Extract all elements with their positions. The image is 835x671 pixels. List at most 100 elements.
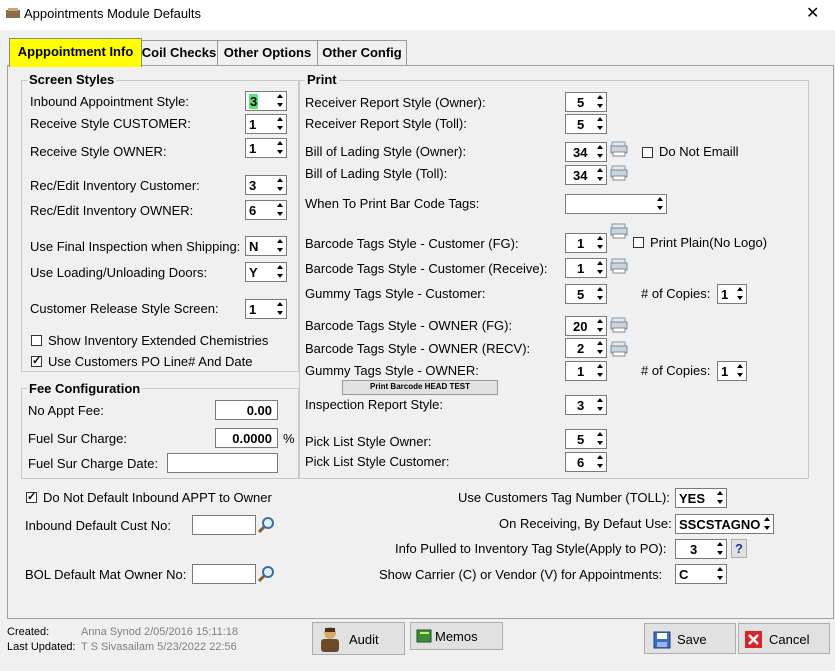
inspection-report-spinner[interactable]: 3 <box>565 395 607 415</box>
final-inspection-spinner[interactable]: N <box>245 236 287 256</box>
audit-button-label: Audit <box>349 632 379 647</box>
print-plain-label: Print Plain(No Logo) <box>650 235 768 250</box>
print-barcode-head-test-button[interactable]: Print Barcode HEAD TEST <box>342 380 498 395</box>
printer-icon[interactable] <box>610 222 628 240</box>
cust-release-style-spinner[interactable]: 1 <box>245 299 287 319</box>
gummy-owner-spinner[interactable]: 1 <box>565 361 607 381</box>
loading-doors-spinner[interactable]: Y <box>245 262 287 282</box>
tab-other-config[interactable]: Other Config <box>317 40 407 65</box>
do-not-default-inbound-checkbox[interactable] <box>26 490 37 503</box>
copies-cust-spinner[interactable]: 1 <box>717 284 747 304</box>
inbound-default-cust-input[interactable] <box>192 515 256 535</box>
tab-other-options[interactable]: Other Options <box>217 40 318 65</box>
rec-edit-inv-owner-spinner[interactable]: 6 <box>245 200 287 220</box>
barcode-cust-fg-spinner[interactable]: 1 <box>565 233 607 253</box>
cancel-icon <box>745 631 762 648</box>
title-bar: Appointments Module Defaults ✕ <box>0 0 835 30</box>
bol-owner-spinner[interactable]: 34 <box>565 142 607 162</box>
memos-button-label: Memos <box>435 629 478 644</box>
show-carrier-spinner[interactable]: C <box>675 564 727 584</box>
fuel-sur-charge-unit: % <box>283 431 295 446</box>
audit-button[interactable]: Audit <box>312 622 405 655</box>
on-receiving-default-spinner[interactable]: SSCSTAGNO <box>675 514 774 534</box>
auditor-icon <box>321 627 339 652</box>
app-icon <box>6 8 20 18</box>
inbound-appt-style-label: Inbound Appointment Style: <box>30 94 190 109</box>
printer-icon[interactable] <box>610 140 628 158</box>
fee-config-title: Fee Configuration <box>27 381 143 396</box>
receiver-owner-spinner[interactable]: 5 <box>565 92 607 112</box>
window-title: Appointments Module Defaults <box>24 6 202 21</box>
printer-icon[interactable] <box>610 340 628 358</box>
receive-style-owner-spinner[interactable]: 1 <box>245 138 287 158</box>
info-pulled-label: Info Pulled to Inventory Tag Style(Apply… <box>395 541 667 556</box>
updated-label: Last Updated: <box>7 641 76 653</box>
copies-owner-spinner[interactable]: 1 <box>717 361 747 381</box>
use-cust-po-line-checkbox[interactable] <box>31 354 42 367</box>
printer-icon[interactable] <box>610 164 628 182</box>
search-icon[interactable] <box>258 565 276 583</box>
cancel-button-label: Cancel <box>769 632 810 647</box>
when-print-barcode-select[interactable] <box>565 194 667 214</box>
save-icon <box>653 631 671 649</box>
info-pulled-spinner[interactable]: 3 <box>675 539 727 559</box>
barcode-owner-recv-spinner[interactable]: 2 <box>565 338 607 358</box>
do-not-email-label: Do Not Emaill <box>659 144 739 159</box>
barcode-owner-fg-label: Barcode Tags Style - OWNER (FG): <box>305 318 513 333</box>
receive-style-customer-spinner[interactable]: 1 <box>245 114 287 134</box>
do-not-default-inbound-label: Do Not Default Inbound APPT to Owner <box>43 490 272 505</box>
printer-icon[interactable] <box>610 316 628 334</box>
barcode-cust-receive-spinner[interactable]: 1 <box>565 258 607 278</box>
memos-button[interactable]: Memos <box>410 622 503 650</box>
barcode-owner-fg-spinner[interactable]: 20 <box>565 316 607 336</box>
help-button[interactable]: ? <box>731 539 747 558</box>
inbound-appt-style-spinner[interactable]: 3 <box>245 91 287 111</box>
created-value: Anna Synod 2/05/2016 15:11:18 <box>81 626 238 638</box>
close-icon[interactable]: ✕ <box>806 3 819 23</box>
fuel-sur-charge-input[interactable]: 0.0000 <box>215 428 278 448</box>
pick-list-customer-label: Pick List Style Customer: <box>305 454 450 469</box>
no-appt-fee-label: No Appt Fee: <box>28 403 104 418</box>
bol-toll-spinner[interactable]: 34 <box>565 165 607 185</box>
search-icon[interactable] <box>258 516 276 534</box>
rec-edit-inv-owner-label: Rec/Edit Inventory OWNER: <box>30 203 194 218</box>
use-cust-tag-number-spinner[interactable]: YES <box>675 488 727 508</box>
tab-appointment-info[interactable]: Apppointment Info <box>9 38 142 67</box>
created-label: Created: <box>7 626 50 638</box>
do-not-email-checkbox[interactable] <box>642 147 653 158</box>
print-plain-checkbox[interactable] <box>633 237 644 248</box>
save-button[interactable]: Save <box>644 623 736 654</box>
pick-list-owner-label: Pick List Style Owner: <box>305 434 432 449</box>
receive-style-owner-label: Receive Style OWNER: <box>30 144 167 159</box>
no-appt-fee-input[interactable]: 0.00 <box>215 400 278 420</box>
receiver-owner-label: Receiver Report Style (Owner): <box>305 95 486 110</box>
receiver-toll-label: Receiver Report Style (Toll): <box>305 116 467 131</box>
receive-style-customer-label: Receive Style CUSTOMER: <box>30 116 191 131</box>
pick-list-customer-spinner[interactable]: 6 <box>565 452 607 472</box>
fuel-sur-charge-date-label: Fuel Sur Charge Date: <box>28 456 159 471</box>
printer-icon[interactable] <box>610 257 628 275</box>
bol-owner-label: Bill of Lading Style (Owner): <box>305 144 467 159</box>
gummy-cust-spinner[interactable]: 5 <box>565 284 607 304</box>
bol-default-owner-input[interactable] <box>192 564 256 584</box>
gummy-owner-label: Gummy Tags Style - OWNER: <box>305 363 479 378</box>
when-print-barcode-label: When To Print Bar Code Tags: <box>305 196 480 211</box>
loading-doors-label: Use Loading/Unloading Doors: <box>30 265 208 280</box>
cancel-button[interactable]: Cancel <box>738 623 830 654</box>
show-inv-ext-chem-label: Show Inventory Extended Chemistries <box>48 333 269 348</box>
fuel-sur-charge-label: Fuel Sur Charge: <box>28 431 127 446</box>
receiver-toll-spinner[interactable]: 5 <box>565 114 607 134</box>
save-button-label: Save <box>677 632 707 647</box>
final-inspection-label: Use Final Inspection when Shipping: <box>30 239 241 254</box>
tab-coil-checks[interactable]: Coil Checks <box>140 40 218 65</box>
show-inv-ext-chem-checkbox[interactable] <box>31 335 42 346</box>
use-cust-tag-number-label: Use Customers Tag Number (TOLL): <box>458 490 670 505</box>
gummy-cust-label: Gummy Tags Style - Customer: <box>305 286 486 301</box>
rec-edit-inv-customer-spinner[interactable]: 3 <box>245 175 287 195</box>
fuel-sur-charge-date-input[interactable] <box>167 453 278 473</box>
pick-list-owner-spinner[interactable]: 5 <box>565 429 607 449</box>
updated-value: T S Sivasailam 5/23/2022 22:56 <box>81 641 237 653</box>
print-title: Print <box>305 72 339 87</box>
rec-edit-inv-customer-label: Rec/Edit Inventory Customer: <box>30 178 200 193</box>
on-receiving-default-label: On Receiving, By Defaut Use: <box>499 516 672 531</box>
